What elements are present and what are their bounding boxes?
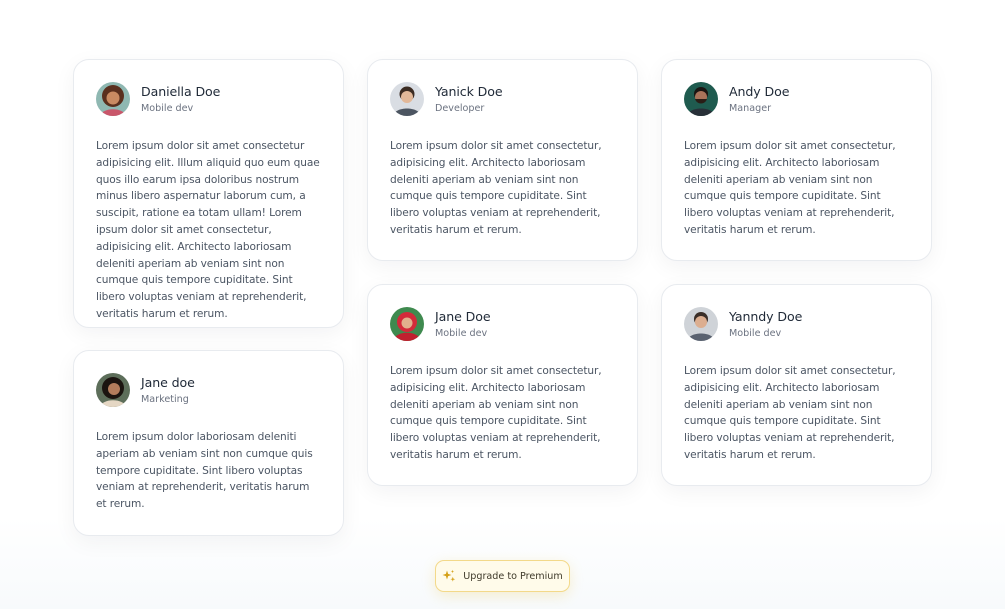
testimonial-text: Lorem ipsum dolor sit amet consectetur, … <box>684 140 896 236</box>
testimonial-card: Andy Doe Manager Lorem ipsum dolor sit a… <box>661 59 932 261</box>
author-name: Andy Doe <box>729 83 790 99</box>
author-name: Daniella Doe <box>141 83 221 99</box>
testimonial-card: Yanndy Doe Mobile dev Lorem ipsum dolor … <box>661 284 932 486</box>
sparkles-icon <box>442 569 456 583</box>
author-role: Mobile dev <box>729 327 782 339</box>
author-role: Mobile dev <box>435 327 488 339</box>
testimonial-card: Yanick Doe Developer Lorem ipsum dolor s… <box>367 59 638 261</box>
testimonial-card: Jane doe Marketing Lorem ipsum dolor lab… <box>73 350 344 536</box>
upgrade-to-premium-button[interactable]: Upgrade to Premium <box>435 560 570 592</box>
avatar <box>684 82 718 116</box>
card-header: Jane Doe Mobile dev <box>390 306 615 342</box>
author-role: Mobile dev <box>141 102 194 114</box>
avatar <box>684 307 718 341</box>
avatar <box>96 82 130 116</box>
upgrade-button-label: Upgrade to Premium <box>463 570 563 582</box>
author-name: Jane Doe <box>435 308 491 324</box>
card-header: Daniella Doe Mobile dev <box>96 81 321 117</box>
author-role: Manager <box>729 102 772 114</box>
testimonial-text: Lorem ipsum dolor sit amet consectetur, … <box>684 365 896 461</box>
testimonial-text: Lorem ipsum dolor sit amet consectetur, … <box>390 140 602 236</box>
testimonial-card: Daniella Doe Mobile dev Lorem ipsum dolo… <box>73 59 344 328</box>
author-role: Marketing <box>141 393 189 405</box>
author-name: Yanick Doe <box>435 83 503 99</box>
card-header: Yanndy Doe Mobile dev <box>684 306 909 342</box>
testimonial-text: Lorem ipsum dolor sit amet consectetur a… <box>96 140 320 320</box>
author-role: Developer <box>435 102 485 114</box>
card-header: Jane doe Marketing <box>96 372 321 408</box>
avatar <box>390 82 424 116</box>
avatar <box>96 373 130 407</box>
card-header: Yanick Doe Developer <box>390 81 615 117</box>
testimonial-text: Lorem ipsum dolor laboriosam deleniti ap… <box>96 431 313 511</box>
avatar <box>390 307 424 341</box>
author-name: Yanndy Doe <box>729 308 803 324</box>
card-header: Andy Doe Manager <box>684 81 909 117</box>
testimonial-card: Jane Doe Mobile dev Lorem ipsum dolor si… <box>367 284 638 486</box>
author-name: Jane doe <box>141 374 195 390</box>
testimonial-text: Lorem ipsum dolor sit amet consectetur, … <box>390 365 602 461</box>
